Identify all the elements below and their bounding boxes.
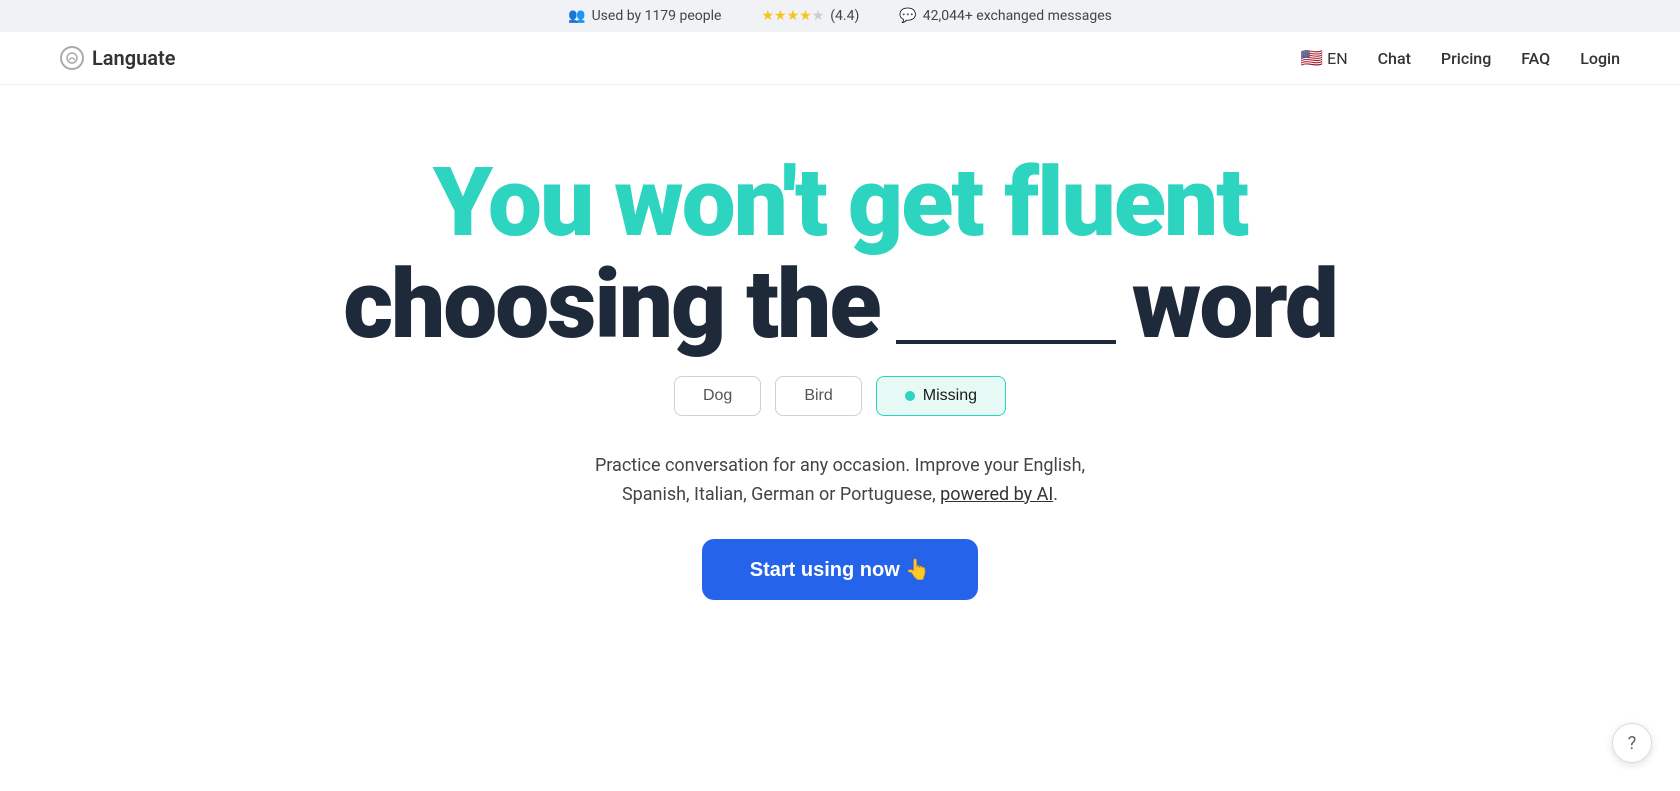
logo-icon: [60, 46, 84, 70]
logo-text: Languate: [92, 46, 176, 70]
powered-by-ai-link[interactable]: powered by AI: [940, 484, 1053, 505]
option-missing[interactable]: Missing: [876, 376, 1006, 416]
rating-stat: ★★★★★ (4.4): [761, 8, 859, 24]
lang-selector[interactable]: 🇺🇸 EN: [1301, 48, 1348, 69]
nav-faq[interactable]: FAQ: [1521, 49, 1550, 68]
hero-title-line2: choosing the word: [20, 251, 1660, 356]
rating-value: (4.4): [830, 8, 859, 24]
messages-stat: 💬 42,044+ exchanged messages: [899, 8, 1112, 24]
messages-label: 42,044+ exchanged messages: [923, 8, 1112, 24]
users-label: Used by 1179 people: [592, 8, 722, 24]
header: Languate 🇺🇸 EN Chat Pricing FAQ Login: [0, 32, 1680, 85]
option-dog[interactable]: Dog: [674, 376, 761, 416]
messages-icon: 💬: [899, 8, 916, 24]
cta-button[interactable]: Start using now 👆: [702, 539, 978, 600]
top-banner: 👥 Used by 1179 people ★★★★★ (4.4) 💬 42,0…: [0, 0, 1680, 32]
hero-section: You won't get fluent choosing the word D…: [0, 85, 1680, 640]
help-button[interactable]: ?: [1612, 723, 1652, 763]
nav-pricing[interactable]: Pricing: [1441, 49, 1491, 68]
users-icon: 👥: [568, 8, 585, 24]
answer-options: Dog Bird Missing: [20, 376, 1660, 416]
selected-dot: [905, 391, 915, 401]
help-icon: ?: [1628, 733, 1637, 754]
option-bird[interactable]: Bird: [775, 376, 861, 416]
hero-title-line1: You won't get fluent: [20, 155, 1660, 251]
cta-label: Start using now 👆: [750, 557, 930, 582]
stars: ★★★★★: [761, 8, 824, 24]
line2-end: word: [1132, 255, 1337, 356]
nav-chat[interactable]: Chat: [1378, 49, 1411, 68]
users-stat: 👥 Used by 1179 people: [568, 8, 721, 24]
navigation: 🇺🇸 EN Chat Pricing FAQ Login: [1301, 48, 1620, 69]
flag-icon: 🇺🇸: [1301, 48, 1323, 69]
logo[interactable]: Languate: [60, 46, 176, 70]
hero-description: Practice conversation for any occasion. …: [20, 452, 1660, 510]
lang-label: EN: [1327, 49, 1348, 68]
line2-start: choosing the: [343, 255, 879, 356]
blank-word: [896, 239, 1116, 344]
nav-login[interactable]: Login: [1580, 49, 1620, 68]
